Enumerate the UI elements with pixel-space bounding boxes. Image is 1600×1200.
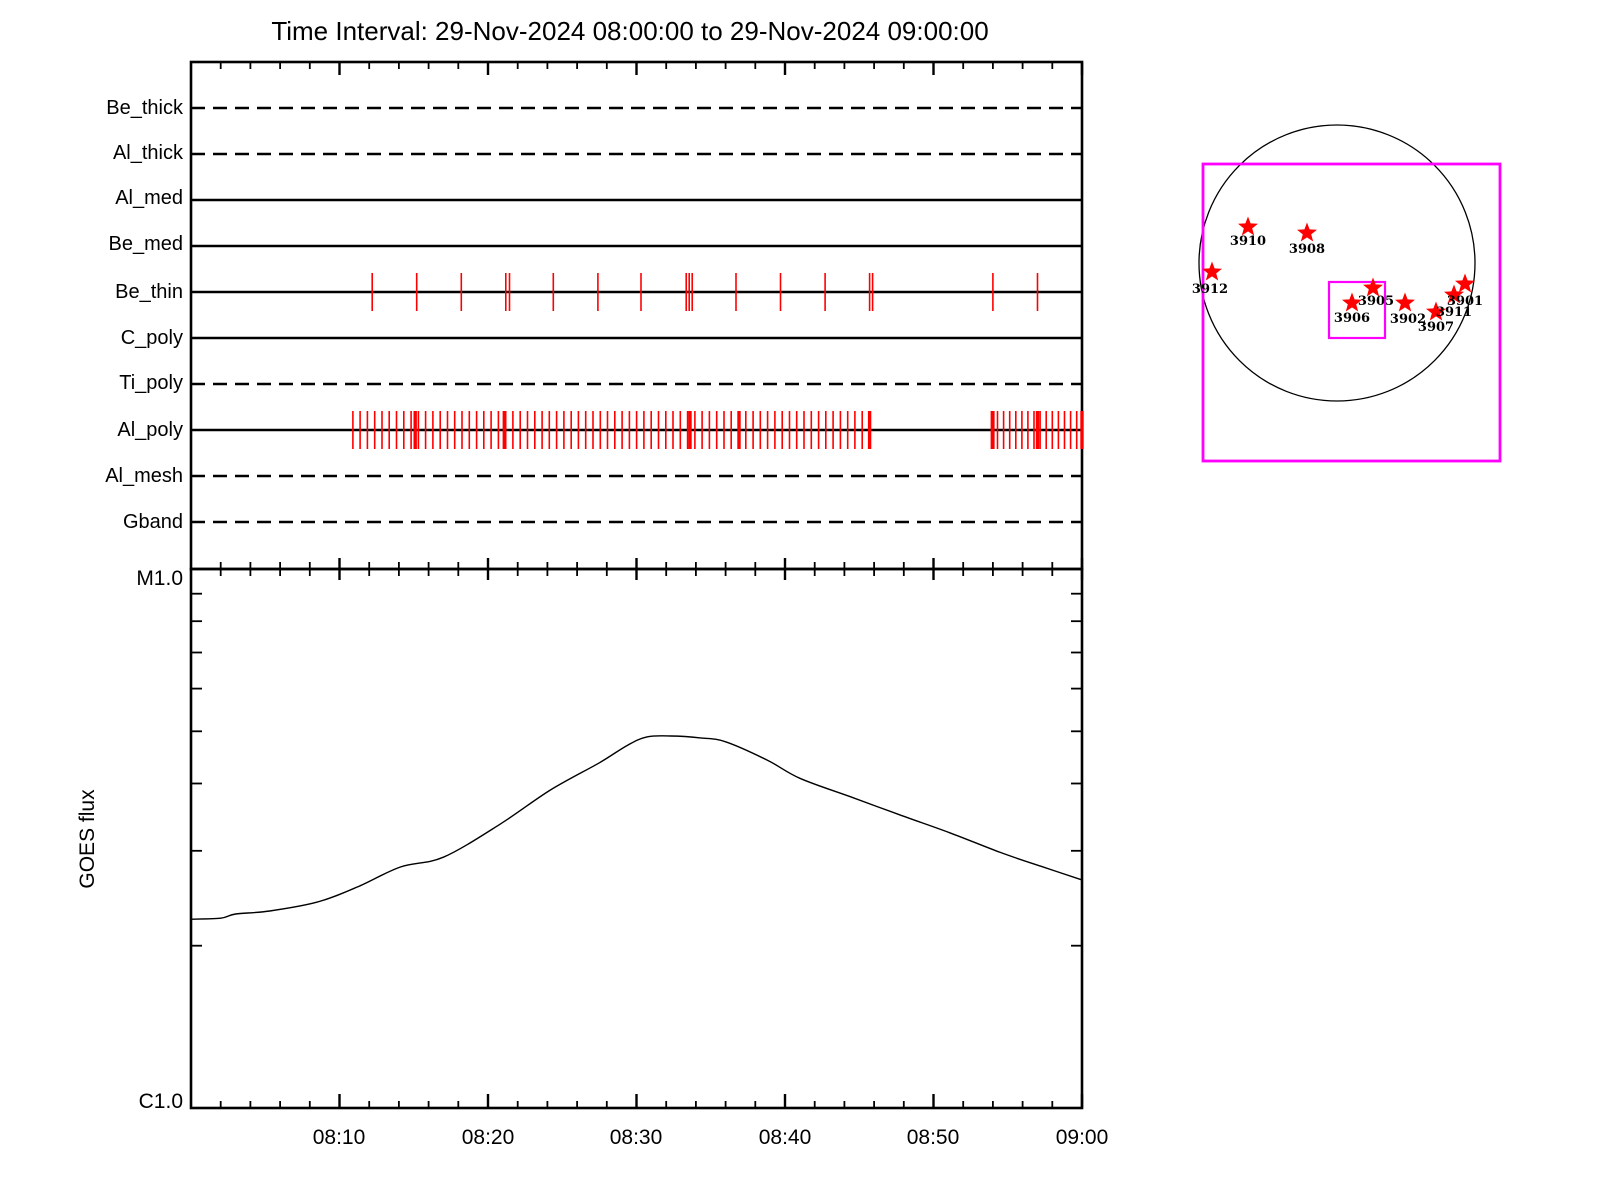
active-region-star-3908 (1297, 223, 1317, 242)
filter-label-be-thick: Be_thick (3, 97, 183, 119)
y-axis-label-m1: M1.0 (3, 567, 183, 590)
active-region-label-3905: 3905 (1358, 294, 1394, 309)
active-region-star-3912 (1202, 262, 1222, 281)
solar-disk (1199, 125, 1475, 401)
x-tick-label-0820: 08:20 (443, 1126, 533, 1149)
xrt-goes-timeline-figure: 391039083912390539063902390739113901 Tim… (0, 0, 1600, 1200)
active-region-label-3910: 3910 (1230, 234, 1266, 249)
active-region-label-3912: 3912 (1192, 282, 1228, 297)
filter-panel-border (191, 62, 1082, 569)
active-region-star-3902 (1395, 293, 1415, 312)
x-tick-label-0850: 08:50 (888, 1126, 978, 1149)
filter-label-ti-poly: Ti_poly (3, 372, 183, 394)
filter-label-al-med: Al_med (3, 187, 183, 209)
active-region-star-3910 (1238, 217, 1258, 236)
plot-canvas: 391039083912390539063902390739113901 (0, 0, 1600, 1200)
x-tick-label-0840: 08:40 (740, 1126, 830, 1149)
active-region-label-3906: 3906 (1334, 311, 1370, 326)
x-tick-label-0900: 09:00 (1037, 1126, 1127, 1149)
active-region-label-3901: 3901 (1447, 294, 1483, 309)
x-tick-label-0810: 08:10 (294, 1126, 384, 1149)
filter-label-be-med: Be_med (3, 233, 183, 255)
filter-label-gband: Gband (3, 511, 183, 533)
filter-label-al-mesh: Al_mesh (3, 465, 183, 487)
filter-label-al-thick: Al_thick (3, 142, 183, 164)
y-axis-label-c1: C1.0 (3, 1090, 183, 1113)
filter-label-c-poly: C_poly (3, 327, 183, 349)
goes-flux-curve (191, 736, 1082, 919)
goes-panel-border (191, 569, 1082, 1108)
plot-title: Time Interval: 29-Nov-2024 08:00:00 to 2… (130, 16, 1130, 47)
filter-label-be-thin: Be_thin (3, 281, 183, 303)
active-region-label-3908: 3908 (1289, 242, 1325, 257)
filter-label-al-poly: Al_poly (3, 419, 183, 441)
y-axis-title-goes-flux: GOES flux (76, 739, 100, 939)
x-tick-label-0830: 08:30 (591, 1126, 681, 1149)
active-region-label-3907: 3907 (1418, 320, 1454, 335)
